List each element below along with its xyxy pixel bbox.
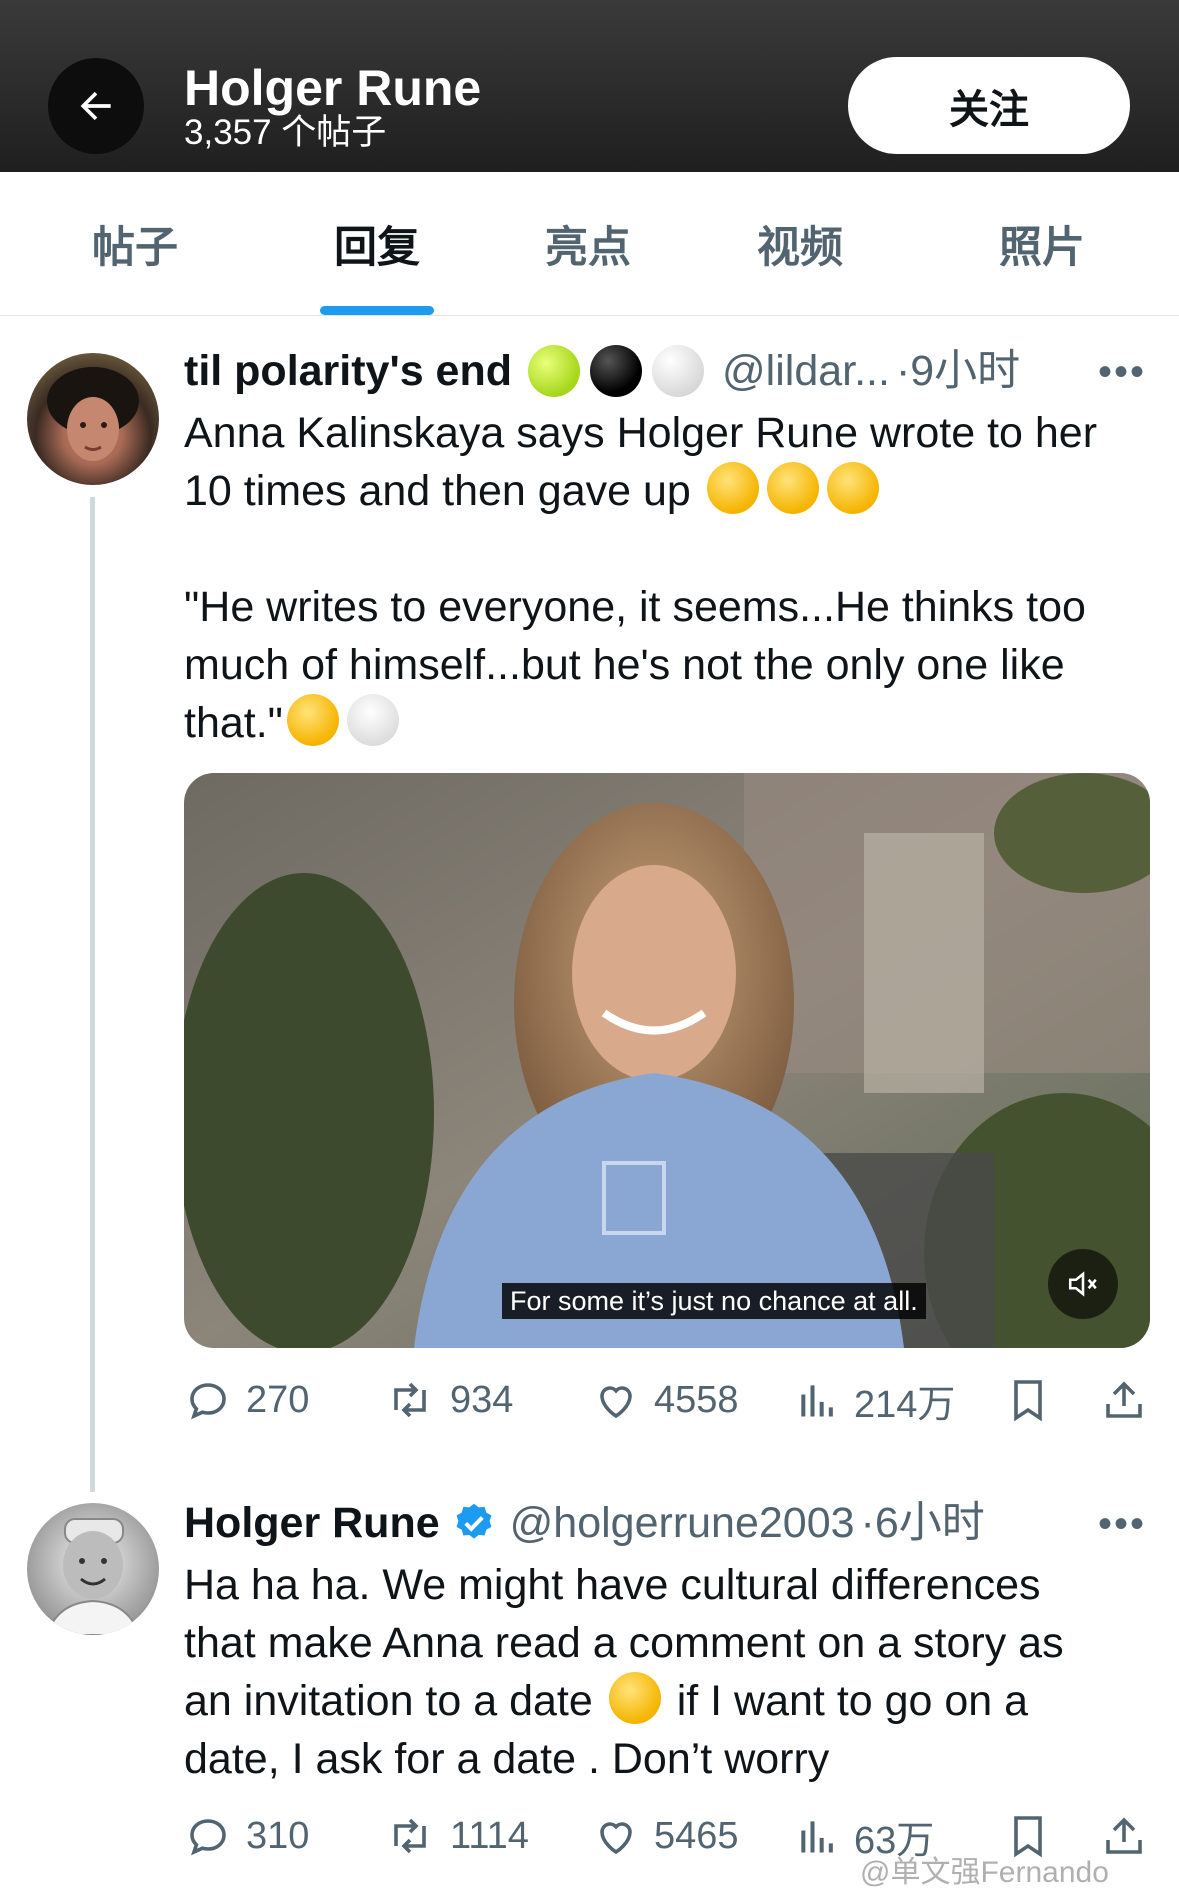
tweet-line: date, I ask for a date . Don’t worry — [184, 1735, 830, 1783]
tab-photos[interactable]: 照片 — [947, 172, 1137, 316]
verified-badge-icon — [456, 1503, 492, 1539]
speaker-muted-icon — [1068, 1271, 1097, 1297]
profile-header: Holger Rune 3,357 个帖子 关注 — [0, 0, 1179, 172]
tweet-line: an invitation to a date — [184, 1677, 593, 1725]
repost-count: 934 — [450, 1378, 514, 1421]
tweet-line: that make Anna read a comment on a story… — [184, 1619, 1064, 1667]
avatar-portrait-icon — [45, 1518, 141, 1635]
tweet-line: much of himself...but he's not the only … — [184, 641, 1065, 689]
tweet-line: if I want to go on a — [664, 1677, 1029, 1725]
repost-count: 1114 — [450, 1814, 529, 1857]
bookmark-icon — [1014, 1380, 1042, 1422]
more-options-icon[interactable]: ••• — [1098, 350, 1146, 395]
video-frame-image — [184, 773, 1150, 1348]
back-button[interactable] — [48, 58, 144, 154]
tweet-text: Anna Kalinskaya says Holger Rune wrote t… — [184, 404, 1144, 752]
handle[interactable]: @lildar... — [722, 344, 890, 398]
share-button[interactable] — [1100, 1806, 1162, 1866]
tweet-text: Ha ha ha. We might have cultural differe… — [184, 1556, 1144, 1788]
repost-button[interactable]: 934 — [384, 1370, 513, 1430]
avatar[interactable] — [27, 353, 159, 485]
heart-icon — [600, 1386, 632, 1419]
profile-name: Holger Rune — [184, 60, 482, 116]
like-count: 4558 — [654, 1378, 739, 1421]
like-button[interactable]: 4558 — [592, 1370, 739, 1430]
avatar[interactable] — [27, 1503, 159, 1635]
skull-emoji-icon — [346, 694, 399, 746]
tweet-header: til polarity's end @lildar... ·9小时 — [184, 344, 1020, 398]
video-caption: For some it’s just no chance at all. — [502, 1283, 926, 1319]
heart-icon — [600, 1822, 632, 1855]
post-count: 3,357 个帖子 — [184, 113, 387, 152]
reply-icon — [190, 1383, 226, 1420]
white-circle-icon — [652, 345, 705, 397]
follow-button[interactable]: 关注 — [848, 57, 1130, 154]
display-name[interactable]: til polarity's end — [184, 344, 512, 398]
tweet-line: Ha ha ha. We might have cultural differe… — [184, 1561, 1041, 1609]
arrow-left-icon — [80, 91, 111, 121]
mute-button[interactable] — [1048, 1249, 1118, 1319]
reply-icon — [190, 1819, 226, 1856]
repost-icon — [394, 1818, 426, 1854]
tab-posts[interactable]: 帖子 — [40, 172, 230, 316]
tweet-actions: 270 934 4558 214万 — [184, 1370, 1154, 1430]
timestamp[interactable]: ·9小时 — [896, 344, 1020, 398]
tears-of-joy-emoji-icon — [286, 694, 339, 746]
zany-face-emoji-icon — [608, 1672, 661, 1724]
tweet-line: "He writes to everyone, it seems...He th… — [184, 583, 1086, 631]
like-count: 5465 — [654, 1814, 739, 1857]
handle[interactable]: @holgerrune2003 — [510, 1496, 855, 1550]
tweet-header: Holger Rune @holgerrune2003 ·6小时 — [184, 1496, 985, 1550]
repost-icon — [394, 1382, 426, 1418]
share-icon — [1106, 1817, 1142, 1854]
tab-replies[interactable]: 回复 — [282, 172, 472, 316]
avatar-portrait-icon — [47, 367, 139, 461]
bookmark-icon — [1014, 1816, 1042, 1858]
like-button[interactable]: 5465 — [592, 1806, 739, 1866]
reply-button[interactable]: 270 — [184, 1370, 309, 1430]
tweet-video[interactable]: For some it’s just no chance at all. — [184, 773, 1150, 1348]
tweet-line: that." — [184, 699, 283, 747]
rofl-emoji-icon — [706, 462, 759, 514]
display-name[interactable]: Holger Rune — [184, 1496, 440, 1550]
views-chart-icon — [801, 1385, 833, 1417]
thread-connector — [90, 497, 95, 1492]
black-circle-icon — [590, 345, 643, 397]
profile-tabs: 帖子 回复 亮点 视频 照片 — [0, 172, 1179, 316]
tab-highlights[interactable]: 亮点 — [493, 172, 683, 316]
share-button[interactable] — [1100, 1370, 1162, 1430]
more-options-icon[interactable]: ••• — [1098, 1502, 1146, 1547]
view-count: 214万 — [854, 1383, 956, 1426]
reply-count: 310 — [246, 1814, 310, 1857]
share-icon — [1106, 1381, 1142, 1418]
bookmark-button[interactable] — [1004, 1370, 1066, 1430]
reply-count: 270 — [246, 1378, 310, 1421]
active-tab-indicator — [320, 306, 434, 315]
tweet-line: 10 times and then gave up — [184, 467, 691, 515]
views-chart-icon — [801, 1821, 833, 1853]
rofl-emoji-icon — [766, 462, 819, 514]
watermark: @单文强Fernando — [860, 1856, 1109, 1889]
timestamp[interactable]: ·6小时 — [861, 1496, 985, 1550]
tab-videos[interactable]: 视频 — [705, 172, 895, 316]
reply-button[interactable]: 310 — [184, 1806, 309, 1866]
views-button[interactable]: 214万 — [796, 1370, 955, 1430]
repost-button[interactable]: 1114 — [384, 1806, 529, 1866]
tennis-ball-icon — [528, 345, 581, 397]
rofl-emoji-icon — [826, 462, 879, 514]
tweet-line: Anna Kalinskaya says Holger Rune wrote t… — [184, 409, 1098, 457]
